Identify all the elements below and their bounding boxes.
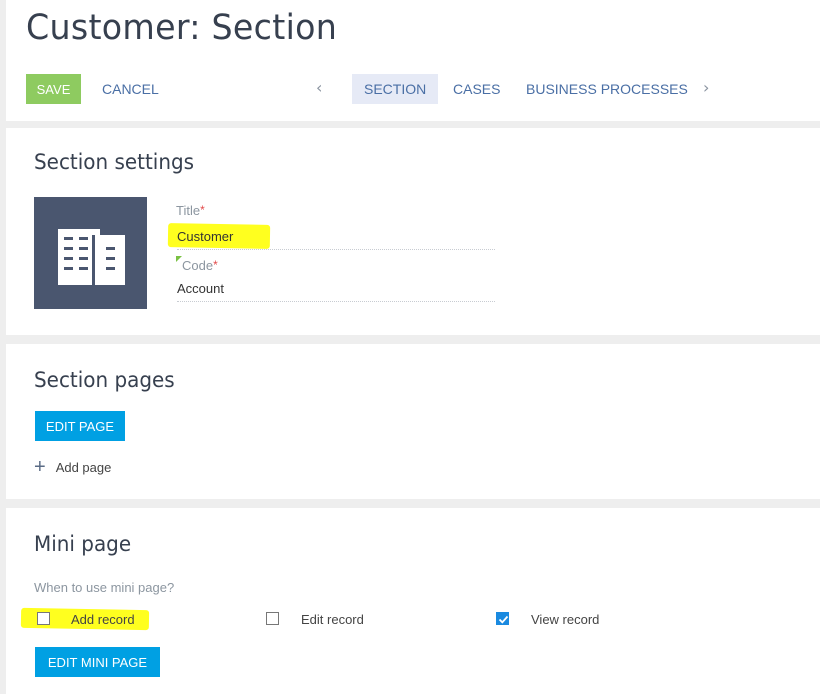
view-record-checkbox[interactable] <box>496 612 509 625</box>
plus-icon: + <box>34 456 46 478</box>
building-icon <box>58 229 125 285</box>
save-button[interactable]: SAVE <box>26 74 81 104</box>
page-header: Customer: Section SAVE CANCEL ‹ SECTION … <box>6 0 820 121</box>
mini-page-question: When to use mini page? <box>34 580 175 595</box>
tab-cases[interactable]: CASES <box>441 74 512 104</box>
tab-business-processes[interactable]: BUSINESS PROCESSES <box>514 74 700 104</box>
title-field[interactable]: Customer <box>177 229 233 244</box>
tabs-prev-arrow-icon[interactable]: ‹ <box>316 78 322 97</box>
code-field-underline <box>177 300 495 302</box>
mini-page-card: Mini page When to use mini page? Add rec… <box>6 508 820 694</box>
add-record-label: Add record <box>71 612 135 627</box>
tabs-next-arrow-icon[interactable]: › <box>703 78 709 97</box>
section-settings-title: Section settings <box>34 150 195 174</box>
cancel-button[interactable]: CANCEL <box>102 81 159 97</box>
view-record-label: View record <box>531 612 600 627</box>
tab-section[interactable]: SECTION <box>352 74 439 104</box>
section-pages-title: Section pages <box>34 368 175 392</box>
edit-page-button[interactable]: EDIT PAGE <box>35 411 125 441</box>
edit-record-checkbox[interactable] <box>266 612 279 625</box>
code-field-label: Code* <box>182 258 218 273</box>
section-settings-card: Section settings Title* Customer Code* A… <box>6 128 820 335</box>
edit-mini-page-button[interactable]: EDIT MINI PAGE <box>35 647 160 677</box>
section-image[interactable] <box>34 197 147 309</box>
add-page-label: Add page <box>55 460 112 475</box>
title-field-label: Title* <box>176 203 205 218</box>
edit-record-label: Edit record <box>301 612 364 627</box>
code-field[interactable]: Account <box>177 281 224 296</box>
add-record-checkbox[interactable] <box>37 612 50 625</box>
section-pages-card: Section pages EDIT PAGE + Add page <box>6 344 820 499</box>
mini-page-title: Mini page <box>34 532 132 556</box>
checkmark-icon <box>498 615 509 624</box>
add-page-link[interactable]: + Add page <box>34 456 111 479</box>
page-title: Customer: Section <box>26 8 338 48</box>
title-field-underline <box>177 248 495 250</box>
